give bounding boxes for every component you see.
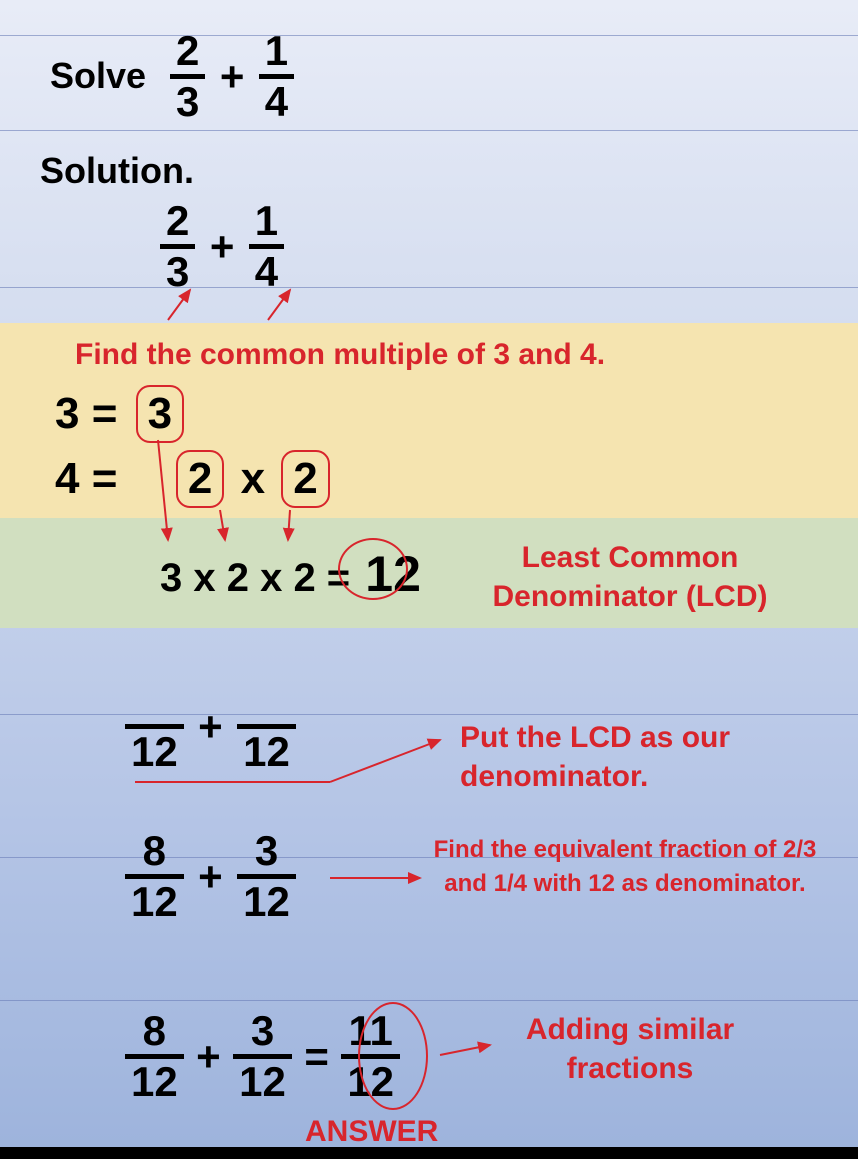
denominator: 3 — [160, 244, 195, 293]
numerator: 2 — [160, 200, 195, 244]
numerator-blank — [249, 680, 285, 724]
numerator: 8 — [137, 830, 172, 874]
numerator: 2 — [170, 30, 205, 74]
denominator: 12 — [125, 1054, 184, 1103]
numerator: 8 — [137, 1010, 172, 1054]
denominator: 3 — [170, 74, 205, 123]
rule-line — [0, 35, 858, 36]
times-sign: x — [241, 454, 265, 503]
lhs: 3 = — [55, 389, 117, 438]
plus-sign: + — [198, 703, 223, 750]
factor-row-4: 4 = 2 x 2 — [55, 450, 330, 508]
fraction-blank-over-12: 12 — [237, 680, 296, 773]
rule-line — [0, 287, 858, 288]
numerator: 1 — [249, 200, 284, 244]
fraction-blank-over-12: 12 — [125, 680, 184, 773]
fraction-8-over-12: 8 12 — [125, 830, 184, 923]
worksheet-page: Solve 2 3 + 1 4 Solution. 2 3 + 1 4 Find… — [0, 0, 858, 1159]
equivalent-fraction-expression: 8 12 + 3 12 — [125, 830, 296, 923]
find-common-heading: Find the common multiple of 3 and 4. — [75, 338, 605, 372]
bottom-bar — [0, 1147, 858, 1159]
lhs: 4 = — [55, 454, 117, 503]
denominator: 12 — [237, 874, 296, 923]
lcd-label: Least Common Denominator (LCD) — [430, 538, 830, 616]
denominator-placeholder-expression: 12 + 12 — [125, 680, 296, 773]
arrow-icon — [440, 1045, 490, 1055]
fraction-3-over-12: 3 12 — [233, 1010, 292, 1103]
denominator: 4 — [249, 244, 284, 293]
boxed-factor-2: 2 — [176, 450, 224, 508]
boxed-factor-3: 3 — [136, 385, 184, 443]
answer-circle — [358, 1002, 428, 1110]
problem-expression: 2 3 + 1 4 — [170, 30, 294, 123]
fraction-2-over-3: 2 3 — [170, 30, 205, 123]
solve-label: Solve — [50, 55, 146, 97]
rule-line — [0, 130, 858, 131]
denominator: 12 — [125, 724, 184, 773]
numerator-blank — [136, 680, 172, 724]
rule-line — [0, 1000, 858, 1001]
answer-label: ANSWER — [305, 1115, 438, 1149]
plus-sign: + — [210, 223, 235, 270]
denominator: 12 — [237, 724, 296, 773]
equivalent-note: Find the equivalent fraction of 2/3 and … — [430, 833, 820, 900]
fraction-8-over-12: 8 12 — [125, 1010, 184, 1103]
solution-label: Solution. — [40, 150, 194, 192]
equals-sign: = — [304, 1033, 329, 1080]
lcd-circle — [338, 538, 408, 600]
sum-note: Adding similar fractions — [500, 1010, 760, 1088]
fraction-2-over-3: 2 3 — [160, 200, 195, 293]
boxed-factor-2: 2 — [281, 450, 329, 508]
denominator-note: Put the LCD as our denominator. — [460, 718, 760, 796]
plus-sign: + — [198, 853, 223, 900]
lcd-lhs: 3 x 2 x 2 = — [160, 556, 350, 600]
arrow-icon — [330, 740, 440, 782]
denominator: 12 — [233, 1054, 292, 1103]
denominator: 4 — [259, 74, 294, 123]
plus-sign: + — [196, 1033, 221, 1080]
fraction-1-over-4: 1 4 — [259, 30, 294, 123]
fraction-3-over-12: 3 12 — [237, 830, 296, 923]
plus-sign: + — [220, 53, 245, 100]
numerator: 1 — [259, 30, 294, 74]
numerator: 3 — [249, 830, 284, 874]
numerator: 3 — [245, 1010, 280, 1054]
factor-row-3: 3 = 3 — [55, 385, 184, 443]
denominator: 12 — [125, 874, 184, 923]
fraction-1-over-4: 1 4 — [249, 200, 284, 293]
restated-expression: 2 3 + 1 4 — [160, 200, 284, 293]
